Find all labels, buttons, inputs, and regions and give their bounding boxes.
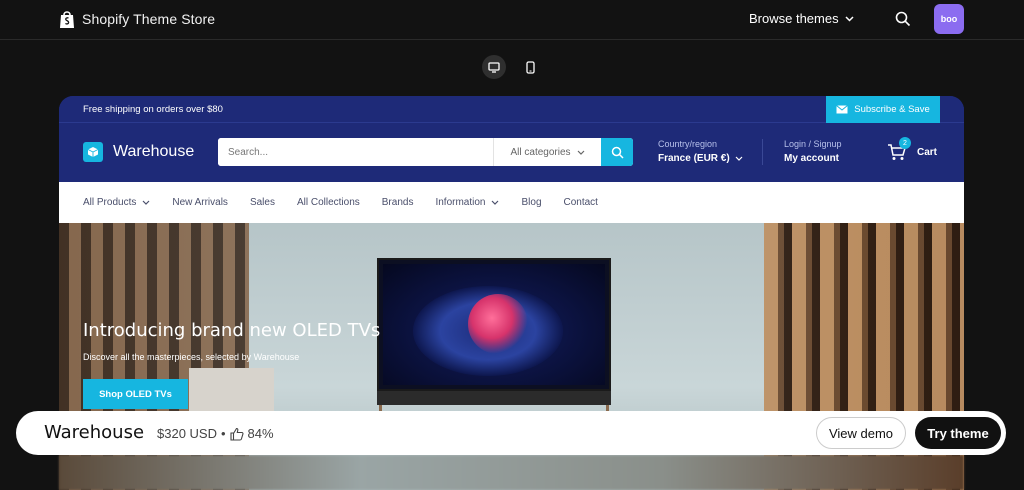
store-search-input[interactable] bbox=[218, 138, 493, 166]
nav-item-blog[interactable]: Blog bbox=[521, 197, 541, 208]
store-search: All categories bbox=[218, 138, 633, 166]
user-avatar[interactable]: boo bbox=[934, 4, 964, 34]
hero-tv-image bbox=[377, 258, 611, 391]
announcement-bar: Free shipping on orders over $80 Subscri… bbox=[59, 96, 964, 123]
nav-item-all-products[interactable]: All Products bbox=[83, 197, 150, 208]
chevron-down-icon bbox=[142, 200, 150, 205]
hero-title: Introducing brand new OLED TVs bbox=[83, 320, 381, 341]
store-nav: All Products New Arrivals Sales All Coll… bbox=[59, 182, 964, 223]
theme-meta: $320 USD • 84% bbox=[157, 426, 274, 441]
nav-label: Brands bbox=[381, 197, 414, 208]
preview-below-fold bbox=[59, 455, 964, 490]
nav-label: All Products bbox=[83, 197, 137, 208]
browse-themes-label: Browse themes bbox=[749, 11, 839, 26]
hero-tv-stand bbox=[377, 391, 611, 405]
desktop-icon bbox=[488, 61, 500, 73]
chevron-down-icon bbox=[845, 15, 854, 22]
nav-label: All Collections bbox=[296, 197, 360, 208]
mail-icon bbox=[836, 105, 849, 114]
device-toggle bbox=[482, 55, 542, 79]
nav-item-contact[interactable]: Contact bbox=[564, 197, 598, 208]
nav-item-sales[interactable]: Sales bbox=[250, 197, 275, 208]
theme-price: $320 USD bbox=[157, 426, 217, 441]
cart-count-badge: 2 bbox=[899, 137, 911, 149]
cart-icon: 2 bbox=[887, 137, 911, 161]
nav-item-information[interactable]: Information bbox=[435, 197, 499, 208]
nav-item-all-collections[interactable]: All Collections bbox=[297, 197, 360, 208]
country-value: France (EUR €) bbox=[658, 153, 730, 164]
store-search-button[interactable] bbox=[601, 138, 633, 166]
shop-oled-button[interactable]: Shop OLED TVs bbox=[83, 379, 188, 409]
cart-button[interactable]: 2 Cart bbox=[887, 137, 938, 161]
theme-store-topbar: Shopify Theme Store Browse themes boo bbox=[0, 0, 1024, 40]
country-selector[interactable]: Country/region France (EUR €) bbox=[658, 139, 743, 164]
subscribe-button[interactable]: Subscribe & Save bbox=[826, 96, 940, 123]
nav-item-brands[interactable]: Brands bbox=[382, 197, 414, 208]
chevron-down-icon bbox=[735, 156, 743, 161]
account-small-label: Login / Signup bbox=[784, 139, 842, 149]
header-divider bbox=[762, 139, 763, 165]
store-header: Warehouse All categories Country/region … bbox=[59, 123, 964, 182]
brand-title: Shopify Theme Store bbox=[82, 11, 216, 27]
country-small-label: Country/region bbox=[658, 139, 718, 149]
logo-text: Warehouse bbox=[113, 143, 195, 160]
nav-label: Information bbox=[435, 197, 486, 208]
box-icon bbox=[83, 142, 103, 162]
desktop-view-button[interactable] bbox=[482, 55, 506, 79]
warehouse-logo[interactable]: Warehouse bbox=[83, 142, 194, 162]
theme-name: Warehouse bbox=[44, 422, 145, 443]
subscribe-label: Subscribe & Save bbox=[854, 104, 930, 115]
account-value: My account bbox=[784, 153, 840, 164]
announcement-text: Free shipping on orders over $80 bbox=[83, 104, 223, 115]
theme-store-logo[interactable]: Shopify Theme Store bbox=[58, 9, 215, 29]
thumbs-up-icon bbox=[229, 427, 244, 441]
nav-label: Blog bbox=[521, 197, 542, 208]
nav-label: New Arrivals bbox=[172, 197, 228, 208]
nav-item-new-arrivals[interactable]: New Arrivals bbox=[172, 197, 228, 208]
chevron-down-icon bbox=[492, 200, 499, 205]
nav-label: Sales bbox=[249, 197, 275, 208]
view-demo-button[interactable]: View demo bbox=[816, 417, 906, 449]
try-theme-button[interactable]: Try theme bbox=[915, 417, 1001, 449]
category-label: All categories bbox=[510, 146, 571, 158]
theme-rating: 84% bbox=[247, 426, 274, 441]
browse-themes-menu[interactable]: Browse themes bbox=[749, 11, 854, 26]
search-icon[interactable] bbox=[895, 11, 911, 27]
account-link[interactable]: Login / Signup My account bbox=[784, 139, 842, 164]
cart-label: Cart bbox=[917, 146, 938, 158]
meta-separator: • bbox=[220, 426, 226, 441]
search-icon bbox=[611, 146, 624, 159]
theme-action-bar: Warehouse $320 USD • 84% View demo Try t… bbox=[16, 411, 1006, 455]
nav-label: Contact bbox=[563, 197, 598, 208]
chevron-down-icon bbox=[577, 150, 584, 155]
shopify-bag-icon bbox=[60, 11, 74, 28]
category-select[interactable]: All categories bbox=[493, 138, 601, 166]
mobile-icon bbox=[525, 60, 535, 74]
hero-subtitle: Discover all the masterpieces, selected … bbox=[83, 352, 300, 362]
mobile-view-button[interactable] bbox=[518, 55, 542, 79]
